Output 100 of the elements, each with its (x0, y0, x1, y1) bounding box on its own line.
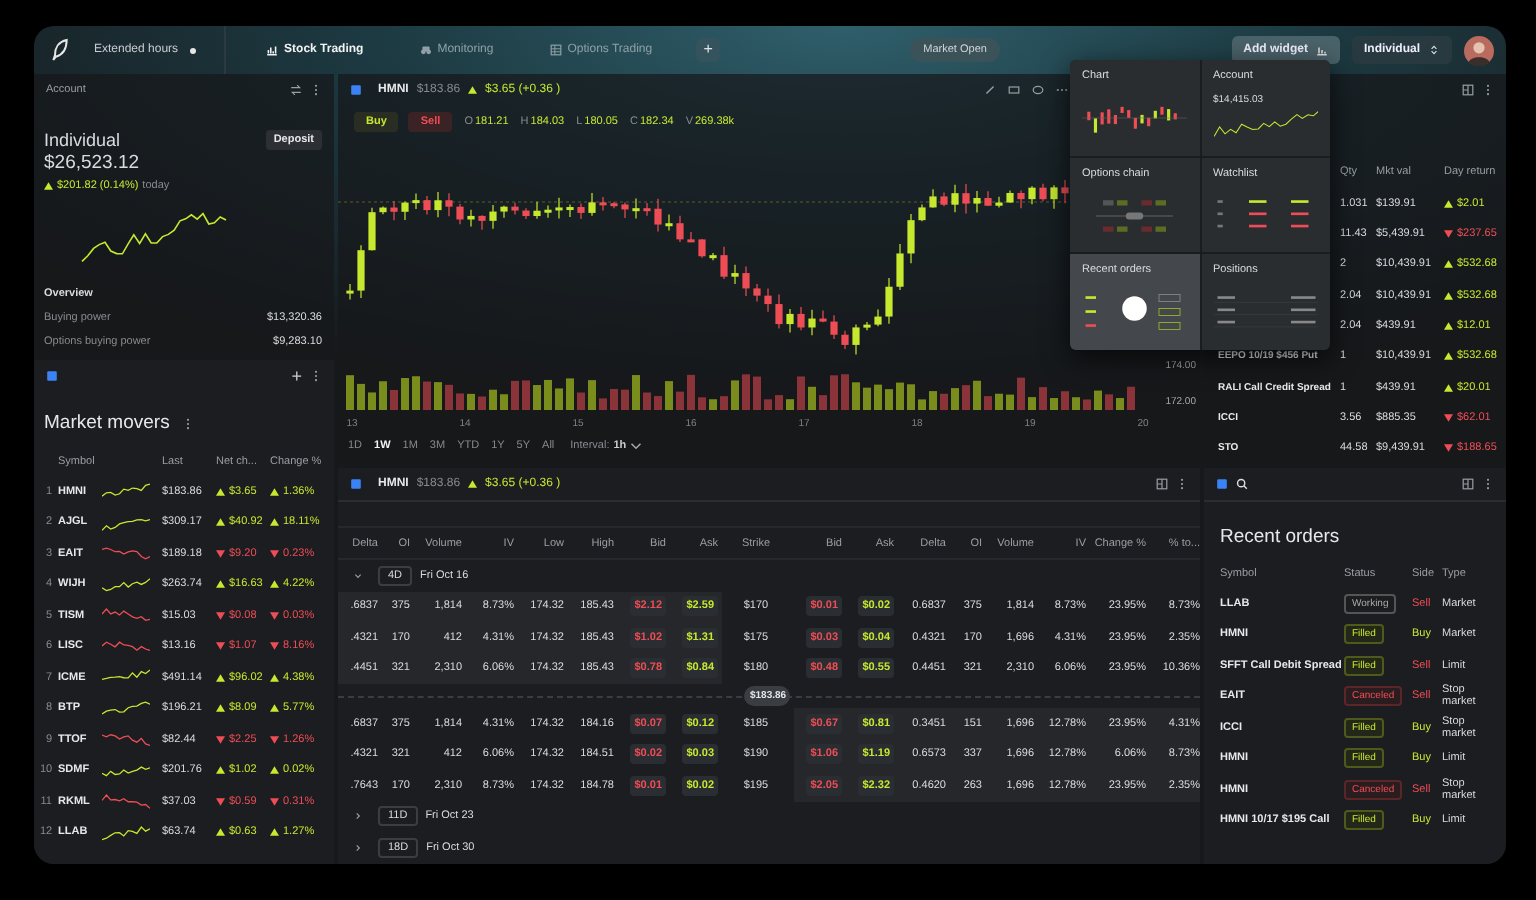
avatar-icon[interactable] (1464, 35, 1494, 65)
add-button[interactable]: + (291, 368, 302, 384)
volume-bar (577, 392, 585, 410)
link-color-icon[interactable] (46, 370, 58, 382)
candlestick (918, 203, 926, 222)
volume-bar (1105, 394, 1113, 410)
candlestick (511, 202, 519, 216)
candlestick (1061, 179, 1069, 204)
volume-bar (830, 375, 838, 410)
volume-bar (368, 392, 376, 410)
chevron-right-icon[interactable] (354, 843, 362, 852)
candlestick (764, 287, 772, 313)
candlestick (709, 252, 717, 261)
volume-bar (764, 399, 772, 410)
layout-icon[interactable] (1156, 478, 1168, 490)
candlestick (456, 203, 464, 225)
volume-bar (1072, 397, 1080, 410)
binoculars-icon (419, 44, 432, 56)
volume-bar (1127, 386, 1135, 410)
feather-logo-icon[interactable] (50, 38, 70, 62)
candlestick (687, 231, 695, 243)
volume-bar (874, 384, 882, 410)
panel-title: Market movers (44, 412, 170, 434)
candlestick (885, 277, 893, 325)
chevron-down-icon (630, 440, 643, 452)
price-sparkline (102, 482, 150, 501)
candlestick (423, 195, 431, 215)
panel-title: Recent orders (1218, 524, 1342, 552)
link-color-icon[interactable] (350, 84, 362, 96)
candlestick (929, 188, 937, 209)
volume-bar (753, 376, 761, 410)
volume-bar (1006, 394, 1014, 410)
swap-icon[interactable] (290, 84, 302, 96)
comment-icon[interactable] (1032, 84, 1044, 96)
volume-bar (687, 374, 695, 410)
candlestick (665, 213, 673, 231)
add-tab-button[interactable]: + (696, 38, 721, 62)
candlestick (478, 214, 486, 231)
volume-bar (962, 385, 970, 410)
rectangle-icon[interactable] (1008, 84, 1020, 96)
candlestick (346, 283, 354, 300)
volume-bar (390, 389, 398, 410)
volume-bar (654, 396, 662, 410)
candlestick (731, 264, 739, 285)
candlestick (1039, 183, 1047, 202)
table-icon (549, 44, 562, 56)
volume-bar (588, 380, 596, 410)
volume-bar (1083, 399, 1091, 410)
volume-bar (346, 375, 354, 410)
candlestick (775, 293, 783, 330)
volume-bar (1094, 390, 1102, 410)
candlestick (786, 308, 794, 333)
chart-icon (266, 44, 279, 56)
candlestick (654, 198, 662, 233)
volume-bar (819, 395, 827, 410)
candlestick (676, 215, 684, 243)
volume-bar (1017, 377, 1025, 410)
layout-icon[interactable] (1462, 84, 1474, 96)
pencil-icon[interactable] (984, 84, 996, 96)
candlestick (841, 330, 849, 350)
account-name: Individual (44, 130, 121, 150)
candlestick (390, 200, 398, 221)
volume-bar (467, 393, 475, 410)
volume-bar (511, 380, 519, 410)
candlestick (522, 207, 530, 220)
volume-bar (709, 399, 717, 410)
search-icon[interactable] (1236, 478, 1248, 490)
volume-bar (566, 378, 574, 410)
candlestick (852, 323, 860, 356)
price-sparkline (102, 761, 150, 780)
candlestick (995, 196, 1003, 209)
candlestick (1017, 190, 1025, 209)
chevron-right-icon[interactable] (354, 812, 362, 821)
candlestick (379, 205, 387, 215)
volume-bar (401, 378, 409, 410)
volume-bar (775, 395, 783, 410)
volume-bar (445, 384, 453, 410)
volume-bar (1050, 398, 1058, 410)
volume-bar (698, 397, 706, 410)
volume-bar (984, 396, 992, 410)
candlestick (1028, 185, 1036, 205)
volume-bar (676, 391, 684, 410)
candlestick (863, 321, 871, 331)
price-sparkline (102, 544, 150, 563)
volume-bar (434, 382, 442, 410)
price-sparkline (102, 699, 150, 718)
volume-bar (423, 381, 431, 410)
candlestick (797, 306, 805, 331)
volume-bar (896, 382, 904, 410)
volume-bar (863, 387, 871, 410)
candlestick (467, 209, 475, 228)
link-color-icon[interactable] (1216, 478, 1228, 490)
volume-bar (522, 380, 530, 410)
volume-bar (951, 388, 959, 410)
volume-bar (797, 376, 805, 410)
volume-bar (643, 392, 651, 410)
layout-icon[interactable] (1462, 478, 1474, 490)
link-color-icon[interactable] (350, 478, 362, 490)
candlestick (940, 191, 948, 207)
volume-bar (632, 375, 640, 410)
